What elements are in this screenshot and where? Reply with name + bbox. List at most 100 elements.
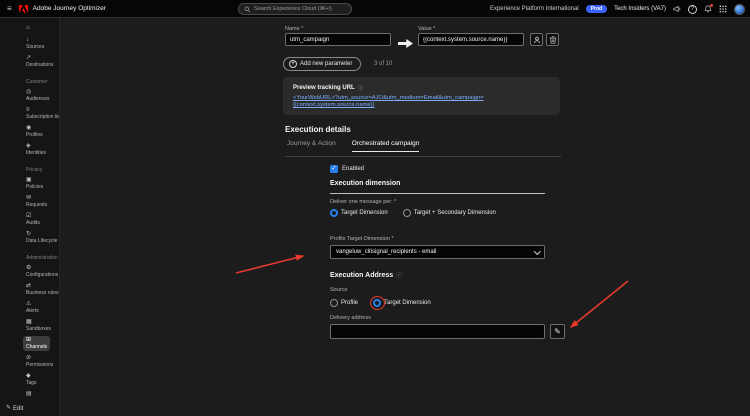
preview-url-link-continued[interactable]: {{context.system.source.name}} — [293, 102, 550, 108]
sidebar-item-audiences[interactable]: ◎ Audiences — [26, 88, 52, 103]
radio-target-dimension[interactable] — [330, 209, 338, 217]
radio-profile[interactable] — [330, 299, 338, 307]
help-icon[interactable]: ? — [688, 4, 697, 14]
trash-icon — [549, 35, 556, 44]
sidebar-item-label: Data Lifecycle — [26, 238, 58, 244]
search-bar[interactable] — [238, 3, 352, 15]
requests-icon: ✉ — [26, 195, 32, 201]
sidebar-item-subscription-lists[interactable]: ≡ Subscription lists — [26, 106, 59, 121]
sidebar-item-requests[interactable]: ✉ Requests — [26, 194, 50, 209]
option-source-target-dimension[interactable]: Target Dimension — [369, 296, 431, 310]
personalization-button[interactable] — [530, 33, 543, 46]
radio-label: Target Dimension — [384, 300, 431, 306]
param-value-label: Value * — [418, 26, 436, 32]
profile-target-dimension-select[interactable]: vangeluw_citisignal_recipients - email — [330, 245, 545, 259]
sidebar-item-label: Identities — [26, 150, 47, 156]
sidebar-item-label: Alerts — [26, 308, 39, 314]
sidebar-item-identities[interactable]: ◈ Identities — [26, 142, 49, 157]
source-label: Source — [330, 287, 348, 293]
app-switcher-icon[interactable] — [719, 5, 727, 13]
org-name: Experience Platform International — [489, 6, 579, 12]
tab-journey-and-action[interactable]: Journey & Action — [287, 140, 336, 152]
radio-label: Target + Secondary Dimension — [413, 210, 496, 216]
param-name-input[interactable] — [285, 33, 391, 46]
delivery-address-label: Delivery address — [330, 315, 371, 321]
sidebar-item-tags[interactable]: ◆ Tags — [26, 372, 40, 387]
sidebar-item-sources[interactable]: ↓ Sources — [26, 36, 47, 51]
tab-orchestrated-campaign[interactable]: Orchestrated campaign — [351, 140, 420, 152]
sidebar-item-configurations[interactable]: ⚙ Configurations — [26, 264, 59, 279]
announcements-icon[interactable] — [673, 5, 681, 13]
notifications-icon[interactable] — [704, 4, 713, 13]
sidebar-item-label: Configurations — [26, 272, 59, 278]
param-value-input[interactable] — [418, 33, 524, 46]
sandbox-switcher[interactable]: Tech Insiders (VA7) — [614, 6, 666, 12]
sidebar-item-business-rules[interactable]: ⇄ Business rules — [26, 282, 59, 297]
radio-target-secondary-dimension[interactable] — [402, 209, 411, 217]
sidebar-item-label: Sandboxes — [26, 326, 52, 332]
profile-target-dimension-label: Profile Target Dimension * — [330, 236, 394, 242]
sidebar-item-label: Subscription lists — [26, 114, 59, 120]
search-input[interactable] — [254, 6, 346, 12]
option-profile[interactable]: Profile — [330, 299, 358, 307]
sidebar-section-privacy: Privacy — [26, 167, 43, 173]
delivery-address-input[interactable] — [330, 324, 545, 339]
info-icon[interactable]: ⓘ — [396, 271, 402, 279]
sidebar-item-label: Destinations — [26, 62, 54, 68]
edit-delivery-address-button[interactable]: ✎ — [550, 324, 565, 339]
sidebar-item-destinations[interactable]: ↗ Destinations — [26, 54, 57, 69]
alerts-icon: ⚠ — [26, 301, 32, 307]
sidebar-item-home[interactable]: ⌂ — [26, 24, 33, 33]
enabled-checkbox[interactable]: ✓ — [330, 165, 338, 173]
info-icon[interactable]: ⓘ — [358, 84, 364, 92]
add-new-parameter-button[interactable]: + Add new parameter — [283, 57, 362, 71]
adobe-logo-icon — [18, 4, 28, 13]
sidebar-item-label: Permissions — [26, 362, 54, 368]
menu-icon[interactable]: ≡ — [7, 0, 12, 18]
sidebar-item-profiles[interactable]: ◉ Profiles — [26, 124, 46, 139]
sidebar-item-label: Tags — [26, 380, 37, 386]
sidebar-item-label: Sources — [26, 44, 45, 50]
edit-button[interactable]: ✎ Edit — [6, 405, 23, 412]
sidebar-item-audits[interactable]: ☑ Audits — [26, 212, 43, 227]
tabs-divider — [285, 156, 561, 157]
audiences-icon: ◎ — [26, 89, 32, 95]
notification-badge — [710, 4, 713, 7]
enabled-checkbox-row[interactable]: ✓ Enabled — [330, 165, 364, 173]
sidebar-section-administration: Administration — [26, 255, 58, 261]
plus-icon: + — [289, 60, 297, 68]
identities-icon: ◈ — [26, 143, 31, 149]
sidebar-item-label: Channels — [26, 344, 48, 350]
option-target-secondary-dimension[interactable]: Target + Secondary Dimension — [402, 209, 496, 217]
sidebar-item-sandboxes[interactable]: ▦ Sandboxes — [26, 318, 54, 333]
sidebar-item-alerts[interactable]: ⚠ Alerts — [26, 300, 42, 315]
option-target-dimension[interactable]: Target Dimension — [330, 209, 388, 217]
personalization-icon — [533, 36, 540, 43]
sidebar-item-label: Requests — [26, 202, 48, 208]
radio-label: Profile — [341, 300, 359, 306]
sidebar-section-customer: Customer — [26, 79, 48, 85]
sidebar-item-label: Audits — [26, 220, 40, 226]
nav-list: ⌂ ↓ Sources ↗ Destinations Customer ◎ Au… — [0, 24, 59, 398]
sidebar-item-license-usage[interactable]: ▤ License Usage — [26, 390, 59, 398]
topbar-right-cluster: Experience Platform International Prod T… — [490, 0, 745, 18]
delete-parameter-button[interactable] — [546, 33, 559, 46]
sidebar-item-data-lifecycle[interactable]: ↻ Data Lifecycle — [26, 230, 59, 245]
sidebar-item-channels[interactable]: ⊞ Channels — [23, 336, 51, 351]
avatar[interactable] — [734, 3, 745, 15]
sidebar-item-policies[interactable]: ▣ Policies — [26, 176, 46, 191]
execution-dimension-heading: Execution dimension — [330, 180, 401, 187]
configurations-icon: ⚙ — [26, 265, 32, 271]
sidebar-item-permissions[interactable]: ⊘ Permissions — [26, 354, 56, 369]
preview-title: Preview tracking URL — [293, 85, 355, 91]
env-badge[interactable]: Prod — [585, 5, 608, 13]
home-icon: ⌂ — [26, 25, 30, 31]
profiles-icon: ◉ — [26, 125, 32, 131]
preview-url-link[interactable]: <YourWebURL>?utm_source=AJO&utm_medium=E… — [293, 95, 550, 101]
enabled-label: Enabled — [342, 166, 365, 172]
radio-label: Target Dimension — [341, 210, 388, 216]
subscription-lists-icon: ≡ — [26, 107, 30, 113]
license-usage-icon: ▤ — [26, 391, 32, 397]
parameter-count: 3 of 10 — [374, 61, 393, 67]
radio-source-target-dimension[interactable] — [373, 299, 382, 307]
